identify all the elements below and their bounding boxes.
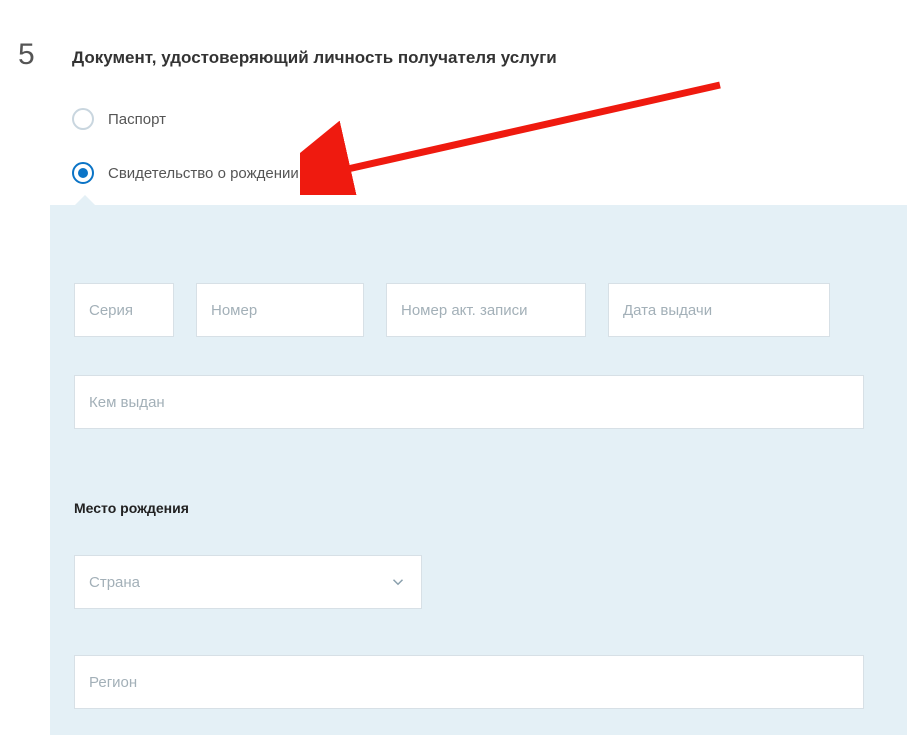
annotation-arrow-icon xyxy=(300,75,730,195)
section-title: Документ, удостоверяющий личность получа… xyxy=(72,48,557,68)
step-number: 5 xyxy=(18,38,35,72)
region-input[interactable] xyxy=(74,655,864,709)
act-number-input[interactable] xyxy=(386,283,586,337)
issue-date-input[interactable] xyxy=(608,283,830,337)
birthplace-heading: Место рождения xyxy=(74,500,189,516)
chevron-down-icon xyxy=(389,573,407,591)
radio-label-birth-certificate: Свидетельство о рождении xyxy=(108,165,299,182)
document-type-radio-group: Паспорт Свидетельство о рождении xyxy=(72,108,299,216)
series-input[interactable] xyxy=(74,283,174,337)
region-row xyxy=(74,655,864,709)
panel-pointer-icon xyxy=(75,195,95,205)
issued-by-row xyxy=(74,375,864,429)
number-input[interactable] xyxy=(196,283,364,337)
radio-birth-certificate[interactable]: Свидетельство о рождении xyxy=(72,162,299,184)
country-select-placeholder: Страна xyxy=(89,574,389,591)
country-select[interactable]: Страна xyxy=(74,555,422,609)
radio-icon xyxy=(72,108,94,130)
radio-passport[interactable]: Паспорт xyxy=(72,108,299,130)
birth-certificate-panel: Место рождения Страна xyxy=(50,205,907,735)
radio-icon xyxy=(72,162,94,184)
doc-fields-row xyxy=(74,283,830,337)
country-row: Страна xyxy=(74,555,422,609)
issued-by-input[interactable] xyxy=(74,375,864,429)
radio-label-passport: Паспорт xyxy=(108,111,166,128)
